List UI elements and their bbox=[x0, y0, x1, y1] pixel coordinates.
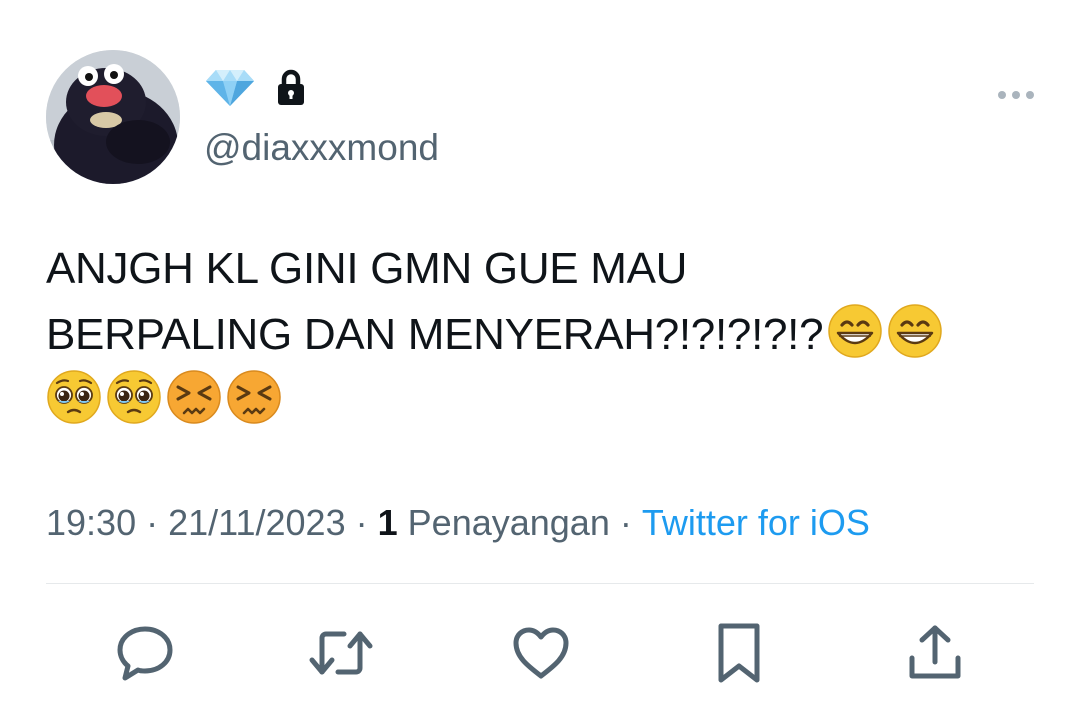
tweet-date[interactable]: 21/11/2023 bbox=[168, 502, 346, 543]
tweet-meta: 19:30 · 21/11/2023 · 1 Penayangan · Twitter fo… bbox=[46, 498, 870, 548]
author-name[interactable] bbox=[204, 68, 306, 112]
share-icon[interactable] bbox=[900, 618, 970, 688]
pleading-face-emoji bbox=[107, 370, 161, 424]
tweet-source[interactable]: Twitter for iOS bbox=[642, 502, 870, 543]
tweet-text-line-1: ANJGH KL GINI GMN GUE MAU bbox=[46, 244, 688, 293]
persevering-face-emoji bbox=[227, 370, 281, 424]
tweet-detail: @diaxxxmond ANJGH KL GINI GMN GUE MAU BE… bbox=[0, 0, 1080, 712]
avatar[interactable] bbox=[46, 50, 180, 184]
bookmark-icon[interactable] bbox=[704, 618, 774, 688]
author-handle[interactable]: @diaxxxmond bbox=[204, 124, 439, 172]
divider bbox=[46, 583, 1034, 584]
tweet-text-line-2: BERPALING DAN MENYERAH?!?!?!?!? bbox=[46, 302, 1046, 368]
tweet-text: ANJGH KL GINI GMN GUE MAU BERPALING DAN … bbox=[46, 236, 1046, 434]
action-bar bbox=[0, 618, 1080, 688]
diamond-icon bbox=[204, 68, 256, 113]
persevering-face-emoji bbox=[167, 370, 221, 424]
meta-separator: · bbox=[619, 502, 632, 543]
more-options-icon[interactable] bbox=[994, 82, 1038, 108]
views-count: 1 bbox=[377, 502, 398, 543]
meta-separator: · bbox=[355, 502, 368, 543]
tweet-text-line-2-text: BERPALING DAN MENYERAH?!?!?!?!? bbox=[46, 310, 824, 359]
pleading-face-emoji bbox=[47, 370, 101, 424]
like-icon[interactable] bbox=[506, 618, 576, 688]
grinning-face-emoji bbox=[888, 304, 943, 358]
lock-icon bbox=[276, 69, 306, 112]
grinning-face-emoji bbox=[828, 304, 883, 358]
tweet-text-line-3 bbox=[46, 368, 1046, 434]
meta-separator: · bbox=[146, 502, 159, 543]
reply-icon[interactable] bbox=[110, 618, 180, 688]
retweet-icon[interactable] bbox=[306, 618, 376, 688]
views-label: Penayangan bbox=[407, 502, 610, 543]
tweet-time[interactable]: 19:30 bbox=[46, 502, 136, 543]
